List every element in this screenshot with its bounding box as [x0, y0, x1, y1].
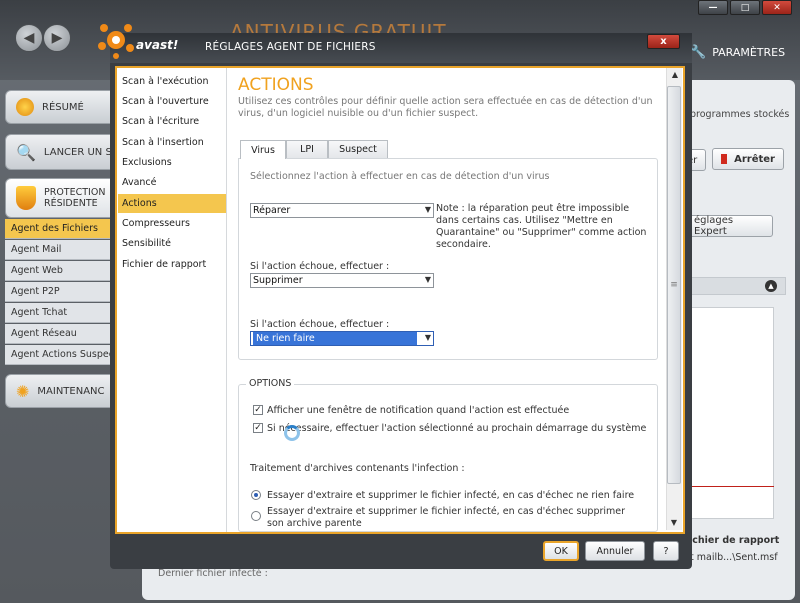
sidebar-summary[interactable]: RÉSUMÉ: [5, 90, 113, 124]
protection-line1: PROTECTION: [44, 187, 106, 198]
page-title: ACTIONS: [238, 75, 314, 95]
nav-scan-write[interactable]: Scan à l'écriture: [118, 112, 226, 131]
dialog-close-button[interactable]: x: [647, 34, 680, 49]
sidebar-agent-mail[interactable]: Agent Mail: [5, 240, 111, 260]
dropdown-arrow-icon: ▼: [424, 333, 431, 342]
tab-virus[interactable]: Virus: [240, 140, 286, 159]
sidebar-agent-p2p[interactable]: Agent P2P: [5, 282, 111, 302]
archives-label: Traitement d'archives contenants l'infec…: [250, 463, 465, 474]
cancel-button[interactable]: Annuler: [585, 541, 645, 561]
window-close-button[interactable]: ✕: [762, 0, 792, 15]
back-button[interactable]: ◀: [15, 24, 43, 52]
close-icon: x: [660, 36, 667, 47]
sidebar-scan-label: LANCER UN SC: [43, 146, 119, 158]
shield-icon: [16, 186, 36, 210]
fail-label-2: Si l'action échoue, effectuer :: [250, 319, 390, 330]
arrow-left-icon: ◀: [23, 30, 35, 46]
scroll-thumb[interactable]: ≡: [667, 86, 681, 484]
ok-button[interactable]: OK: [543, 541, 579, 561]
protection-line2: RÉSIDENTE: [44, 198, 98, 209]
action-select-3[interactable]: Ne rien faire ▼: [250, 331, 434, 346]
dropdown-arrow-icon: ▼: [424, 205, 431, 214]
bg-graph-area: [688, 307, 774, 519]
notify-checkbox[interactable]: ✓: [253, 405, 263, 415]
scroll-up-icon[interactable]: ▲: [667, 68, 683, 80]
sidebar-maintenance-label: MAINTENANC: [37, 385, 105, 397]
tab-suspect[interactable]: Suspect: [328, 140, 388, 158]
nav-actions[interactable]: Actions: [118, 194, 226, 213]
radio-extract-nothing[interactable]: [251, 490, 261, 500]
action-select-1-value: Réparer: [253, 205, 291, 216]
reboot-action-checkbox[interactable]: ✓: [253, 423, 263, 433]
sidebar-agent-network[interactable]: Agent Réseau: [5, 324, 111, 344]
radio-extract-nothing-label: Essayer d'extraire et supprimer le fichi…: [267, 490, 635, 501]
action-select-1[interactable]: Réparer ▼: [250, 203, 434, 218]
settings-label: PARAMÈTRES: [712, 46, 786, 59]
bg-report-label: ichier de rapport: [689, 535, 780, 546]
collapse-icon[interactable]: ▲: [765, 280, 777, 292]
sidebar-summary-label: RÉSUMÉ: [42, 101, 84, 113]
nav-advanced[interactable]: Avancé: [118, 173, 226, 192]
minimize-button[interactable]: —: [698, 0, 728, 15]
nav-packers[interactable]: Compresseurs: [118, 214, 226, 233]
sidebar-maintenance[interactable]: ✺ MAINTENANC: [5, 374, 113, 408]
action-select-2[interactable]: Supprimer ▼: [250, 273, 434, 288]
stop-button-label: Arrêter: [734, 153, 775, 165]
nav-scan-open[interactable]: Scan à l'ouverture: [118, 92, 226, 111]
wrench-icon: 🔧: [690, 45, 707, 60]
arrow-right-icon: ▶: [51, 30, 63, 46]
bg-programs-text: programmes stockés: [690, 109, 790, 120]
magnifier-icon: 🔍: [16, 142, 36, 162]
radio-extract-delete-archive[interactable]: [251, 511, 261, 521]
select-action-label: Sélectionnez l'action à effectuer en cas…: [250, 171, 550, 182]
help-button[interactable]: ?: [653, 541, 679, 561]
dropdown-arrow-icon: ▼: [424, 275, 431, 284]
close-icon: ✕: [773, 2, 781, 13]
nav-sensitivity[interactable]: Sensibilité: [118, 234, 226, 253]
bg-graph-line: [688, 486, 774, 487]
repair-note: Note : la réparation peut être impossibl…: [436, 203, 647, 250]
sidebar-protection-label: PROTECTION RÉSIDENTE: [44, 187, 105, 209]
sidebar-protection[interactable]: PROTECTION RÉSIDENTE: [5, 178, 113, 218]
nav-scan-insert[interactable]: Scan à l'insertion: [118, 133, 226, 152]
settings-link[interactable]: 🔧 PARAMÈTRES: [690, 45, 785, 60]
stop-button[interactable]: Arrêter: [712, 148, 784, 170]
dialog-title: RÉGLAGES AGENT DE FICHIERS: [205, 41, 376, 53]
sidebar-agent-web[interactable]: Agent Web: [5, 261, 111, 281]
grip-icon: ≡: [670, 280, 678, 290]
page-description: Utilisez ces contrôles pour définir quel…: [238, 96, 653, 119]
sidebar-agent-suspect[interactable]: Agent Actions Suspect: [5, 345, 111, 365]
sidebar-scan[interactable]: 🔍 LANCER UN SC: [5, 134, 119, 170]
maximize-button[interactable]: □: [730, 0, 760, 15]
summary-icon: [16, 98, 34, 116]
expert-settings-button[interactable]: églages Expert: [685, 215, 773, 237]
avast-logo-icon: [96, 20, 136, 60]
action-select-3-value: Ne rien faire: [253, 332, 417, 345]
minimize-icon: —: [708, 2, 718, 13]
stop-icon: [721, 154, 728, 164]
nav-scan-execution[interactable]: Scan à l'exécution: [118, 72, 226, 91]
bg-report-path: t mailb...\Sent.msf: [690, 552, 778, 563]
radio-extract-delete-archive-label: Essayer d'extraire et supprimer le fichi…: [267, 506, 626, 529]
maintenance-icon: ✺: [16, 381, 30, 401]
forward-button[interactable]: ▶: [43, 24, 71, 52]
dialog-titlebar: [110, 33, 692, 63]
action-select-2-value: Supprimer: [253, 275, 303, 286]
sidebar-agent-files[interactable]: Agent des Fichiers: [5, 219, 111, 239]
reboot-action-label: Si nécessaire, effectuer l'action sélect…: [267, 423, 647, 434]
tab-lpi[interactable]: LPI: [286, 140, 328, 158]
nav-exclusions[interactable]: Exclusions: [118, 153, 226, 172]
notify-label: Afficher une fenêtre de notification qua…: [267, 405, 570, 416]
nav-report-file[interactable]: Fichier de rapport: [118, 255, 226, 274]
fail-label-1: Si l'action échoue, effectuer :: [250, 261, 390, 272]
options-title: OPTIONS: [246, 378, 295, 389]
busy-spinner-icon: [284, 425, 300, 441]
bg-last-infected: Dernier fichier infecté :: [158, 568, 268, 579]
sidebar-agent-chat[interactable]: Agent Tchat: [5, 303, 111, 323]
dialog-logo-text: avast!: [136, 38, 179, 52]
maximize-icon: □: [740, 2, 750, 13]
scroll-down-icon[interactable]: ▼: [666, 516, 682, 528]
